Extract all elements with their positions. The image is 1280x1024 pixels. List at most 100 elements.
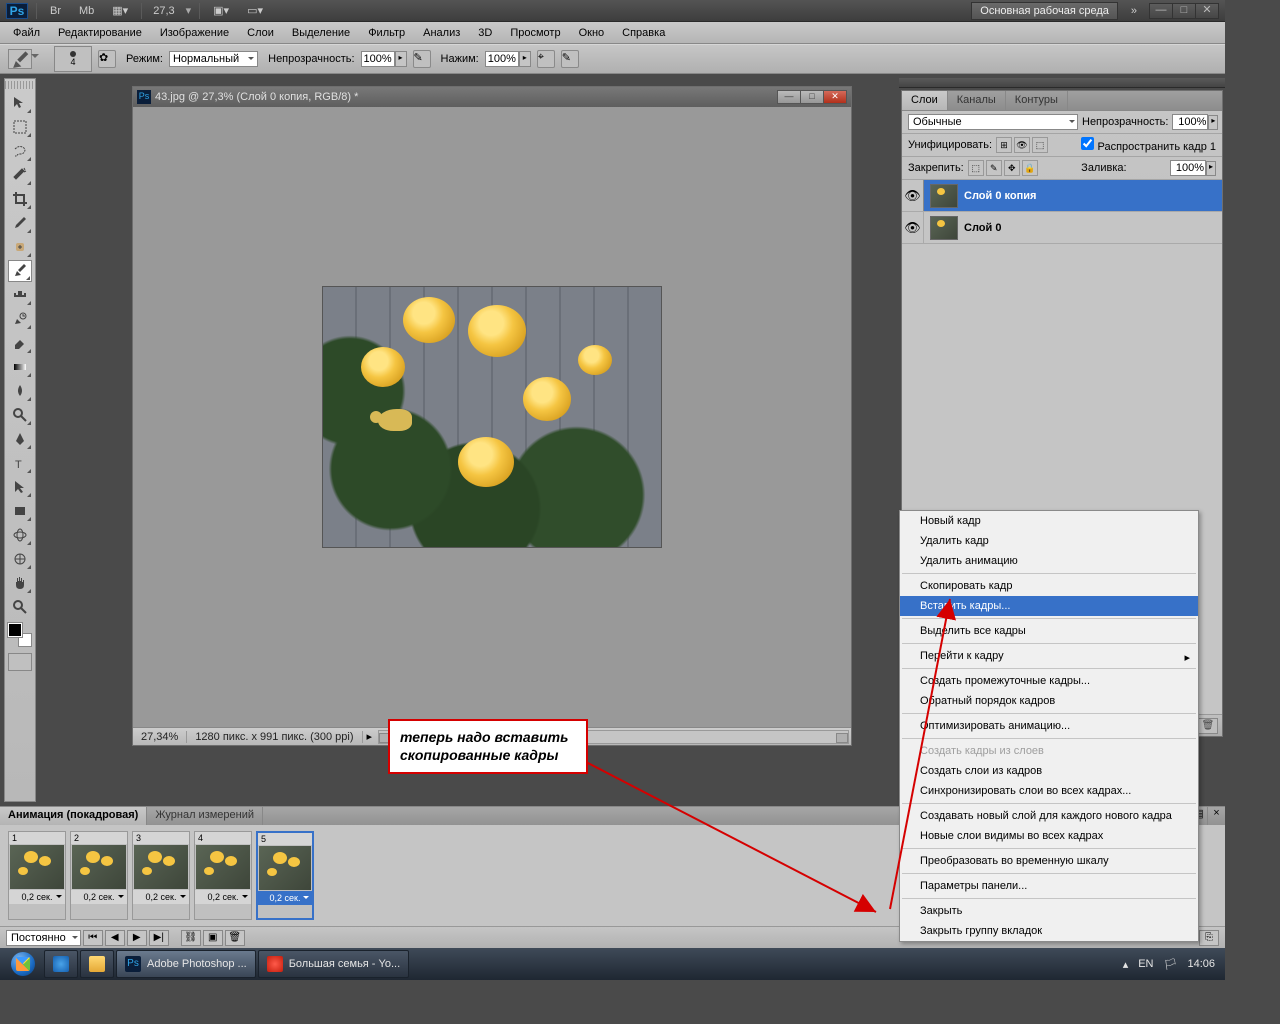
doc-maximize-button[interactable]: □ bbox=[800, 90, 824, 104]
bridge-button[interactable]: Br bbox=[45, 4, 66, 18]
rectangle-tool[interactable] bbox=[8, 500, 32, 522]
doc-minimize-button[interactable]: — bbox=[777, 90, 801, 104]
taskbar-photoshop[interactable]: PsAdobe Photoshop ... bbox=[116, 950, 256, 978]
unify-visibility-icon[interactable]: 👁 bbox=[1014, 137, 1030, 153]
start-button[interactable] bbox=[4, 950, 42, 978]
visibility-toggle-icon[interactable]: 👁 bbox=[902, 212, 924, 243]
menu-new-layer-each-frame[interactable]: Создавать новый слой для каждого нового … bbox=[900, 806, 1198, 826]
opacity-arrow[interactable]: ▸ bbox=[395, 51, 407, 67]
type-tool[interactable]: T bbox=[8, 452, 32, 474]
frame-delay[interactable]: 0,2 сек. bbox=[71, 890, 127, 904]
lasso-tool[interactable] bbox=[8, 140, 32, 162]
menu-tween[interactable]: Создать промежуточные кадры... bbox=[900, 671, 1198, 691]
lock-pixels-icon[interactable]: ✎ bbox=[986, 160, 1002, 176]
history-brush-tool[interactable] bbox=[8, 308, 32, 330]
brush-preset-picker[interactable]: 4 bbox=[54, 46, 92, 72]
crop-tool[interactable] bbox=[8, 188, 32, 210]
menu-delete-frame[interactable]: Удалить кадр bbox=[900, 531, 1198, 551]
tab-layers[interactable]: Слои bbox=[902, 91, 948, 110]
menu-select-all-frames[interactable]: Выделить все кадры bbox=[900, 621, 1198, 641]
layer-row[interactable]: 👁 Слой 0 копия bbox=[902, 180, 1222, 212]
tab-paths[interactable]: Контуры bbox=[1006, 91, 1068, 110]
frame-delay[interactable]: 0,2 сек. bbox=[9, 890, 65, 904]
healing-brush-tool[interactable] bbox=[8, 236, 32, 258]
taskbar-opera[interactable]: Большая семья - Yo... bbox=[258, 950, 409, 978]
next-frame-button[interactable]: ▶| bbox=[149, 930, 169, 946]
menu-optimize-animation[interactable]: Оптимизировать анимацию... bbox=[900, 716, 1198, 736]
move-tool[interactable] bbox=[8, 92, 32, 114]
clock[interactable]: 14:06 bbox=[1187, 958, 1215, 970]
menu-layer[interactable]: Слои bbox=[238, 24, 283, 42]
lock-all-icon[interactable]: 🔒 bbox=[1022, 160, 1038, 176]
layer-thumbnail[interactable] bbox=[930, 216, 958, 240]
propagate-frame-checkbox[interactable] bbox=[1081, 137, 1094, 150]
menu-match-layers[interactable]: Синхронизировать слои во всех кадрах... bbox=[900, 781, 1198, 801]
menu-goto-frame[interactable]: Перейти к кадру▸ bbox=[900, 646, 1198, 666]
blend-mode-select[interactable]: Нормальный bbox=[169, 51, 258, 67]
layer-thumbnail[interactable] bbox=[930, 184, 958, 208]
animation-frame[interactable]: 30,2 сек. bbox=[132, 831, 190, 920]
brush-tool[interactable] bbox=[8, 260, 32, 282]
animation-frame[interactable]: 40,2 сек. bbox=[194, 831, 252, 920]
minimize-button[interactable]: — bbox=[1149, 3, 1173, 19]
menu-reverse-frames[interactable]: Обратный порядок кадров bbox=[900, 691, 1198, 711]
taskbar-explorer[interactable] bbox=[80, 950, 114, 978]
pressure-opacity-icon[interactable]: ✎ bbox=[413, 50, 431, 68]
frame-delay[interactable]: 0,2 сек. bbox=[133, 890, 189, 904]
menu-help[interactable]: Справка bbox=[613, 24, 674, 42]
zoom-tool[interactable] bbox=[8, 596, 32, 618]
magic-wand-tool[interactable] bbox=[8, 164, 32, 186]
3d-rotate-tool[interactable] bbox=[8, 524, 32, 546]
marquee-tool[interactable] bbox=[8, 116, 32, 138]
menu-edit[interactable]: Редактирование bbox=[49, 24, 151, 42]
layer-opacity-input[interactable] bbox=[1172, 114, 1208, 130]
menu-3d[interactable]: 3D bbox=[469, 24, 501, 42]
tray-flag-icon[interactable]: 🏳 bbox=[1164, 958, 1178, 971]
eraser-tool[interactable] bbox=[8, 332, 32, 354]
document-titlebar[interactable]: Ps 43.jpg @ 27,3% (Слой 0 копия, RGB/8) … bbox=[133, 87, 851, 107]
fill-input[interactable] bbox=[1170, 160, 1206, 176]
flow-input[interactable] bbox=[485, 51, 519, 67]
zoom-display[interactable]: 27,3 bbox=[150, 5, 177, 17]
menu-paste-frames[interactable]: Вставить кадры... bbox=[900, 596, 1198, 616]
play-button[interactable]: ▶ bbox=[127, 930, 147, 946]
menu-select[interactable]: Выделение bbox=[283, 24, 359, 42]
pressure-size-icon[interactable]: ✎ bbox=[561, 50, 579, 68]
tween-button[interactable]: ⛓ bbox=[181, 930, 201, 946]
dodge-tool[interactable] bbox=[8, 404, 32, 426]
status-info[interactable]: 1280 пикс. x 991 пикс. (300 ppi) bbox=[187, 731, 362, 743]
prev-frame-button[interactable]: ◀ bbox=[105, 930, 125, 946]
menu-convert-timeline[interactable]: Преобразовать во временную шкалу bbox=[900, 851, 1198, 871]
menu-filter[interactable]: Фильтр bbox=[359, 24, 414, 42]
animation-frame[interactable]: 20,2 сек. bbox=[70, 831, 128, 920]
frame-delay[interactable]: 0,2 сек. bbox=[195, 890, 251, 904]
tray-show-hidden-icon[interactable]: ▴ bbox=[1123, 958, 1129, 971]
minibridge-button[interactable]: Mb bbox=[74, 4, 99, 18]
brush-panel-icon[interactable]: ✿ bbox=[98, 50, 116, 68]
menu-close[interactable]: Закрыть bbox=[900, 901, 1198, 921]
tab-channels[interactable]: Каналы bbox=[948, 91, 1006, 110]
menu-new-frame[interactable]: Новый кадр bbox=[900, 511, 1198, 531]
path-selection-tool[interactable] bbox=[8, 476, 32, 498]
blur-tool[interactable] bbox=[8, 380, 32, 402]
workspace-switcher[interactable]: Основная рабочая среда bbox=[971, 2, 1118, 20]
menu-window[interactable]: Окно bbox=[570, 24, 614, 42]
opacity-input[interactable] bbox=[361, 51, 395, 67]
layer-row[interactable]: 👁 Слой 0 bbox=[902, 212, 1222, 244]
clone-stamp-tool[interactable] bbox=[8, 284, 32, 306]
animation-frame[interactable]: 50,2 сек. bbox=[256, 831, 314, 920]
convert-timeline-button[interactable]: ⎘ bbox=[1199, 930, 1219, 946]
arrange-button[interactable]: ▣▾ bbox=[208, 3, 234, 18]
animation-panel-close-button[interactable]: × bbox=[1207, 807, 1225, 825]
screen-mode-button[interactable]: ▭▾ bbox=[242, 3, 268, 18]
layer-name[interactable]: Слой 0 bbox=[964, 222, 1001, 234]
close-app-button[interactable]: ✕ bbox=[1195, 3, 1219, 19]
system-tray[interactable]: ▴ EN 🏳 14:06 bbox=[1123, 958, 1221, 971]
visibility-toggle-icon[interactable]: 👁 bbox=[902, 180, 924, 211]
status-zoom[interactable]: 27,34% bbox=[133, 731, 187, 743]
color-swatches[interactable] bbox=[8, 623, 32, 647]
maximize-button[interactable]: □ bbox=[1172, 3, 1196, 19]
menu-panel-options[interactable]: Параметры панели... bbox=[900, 876, 1198, 896]
blend-mode-select[interactable]: Обычные bbox=[908, 114, 1078, 130]
lock-transparency-icon[interactable]: ⬚ bbox=[968, 160, 984, 176]
